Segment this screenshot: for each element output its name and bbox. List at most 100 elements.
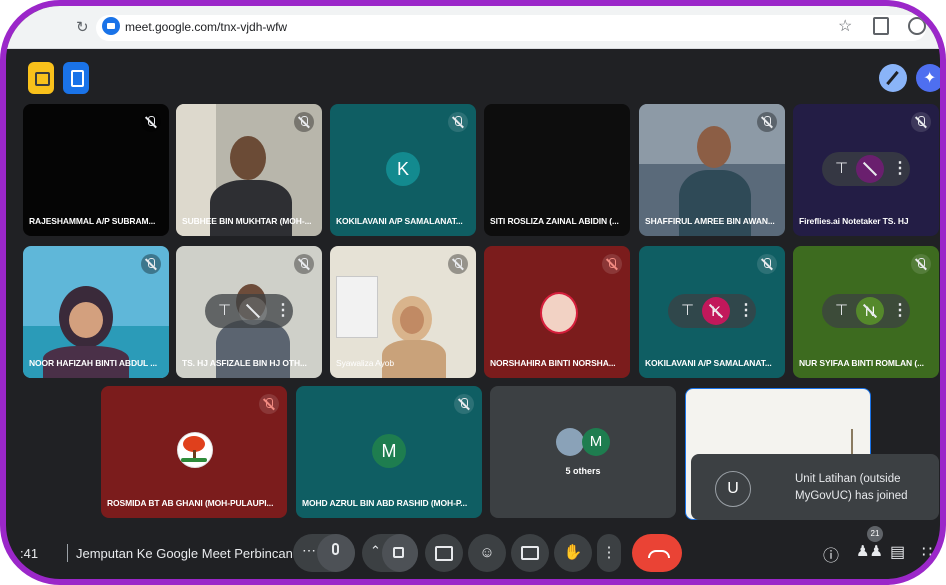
more-audio-options-icon[interactable]: ⋯ <box>302 542 316 559</box>
gemini-icon[interactable] <box>916 64 940 92</box>
muted-mic-icon <box>448 254 468 274</box>
pin-icon[interactable]: ⊤ <box>681 301 694 319</box>
participant-name: RAJESHAMMAL A/P SUBRAM... <box>29 216 156 226</box>
people-icon[interactable]: ♟♟ <box>856 542 883 560</box>
participant-name: Fireflies.ai Notetaker TS. HJ <box>799 216 909 226</box>
pin-icon[interactable]: ⊤ <box>218 301 231 319</box>
more-options-icon[interactable]: ⋮ <box>892 300 908 320</box>
others-photo-avatar <box>556 428 584 456</box>
muted-mic-icon <box>259 394 279 414</box>
muted-mic-icon <box>294 112 314 132</box>
participant-name: Syawaliza Ayob <box>336 358 394 368</box>
audio-control-pill[interactable]: ⋯ <box>293 534 355 572</box>
meeting-details-icon[interactable]: ⓘ <box>823 542 839 566</box>
participant-tile[interactable]: M MOHD AZRUL BIN ABD RASHID (MOH-P... <box>296 386 482 518</box>
tile-hover-controls[interactable]: ⊤ N ⋮ <box>822 294 910 328</box>
participant-name: TS. HJ ASFIZALE BIN HJ OTH... <box>182 358 307 368</box>
participant-tile[interactable]: SHAFFIRUL AMREE BIN AWAN... <box>639 104 785 236</box>
captions-button[interactable] <box>511 534 549 572</box>
participant-name: NOOR HAFIZAH BINTI ABDUL ... <box>29 358 157 368</box>
emoji-button[interactable]: ☺ <box>468 534 506 572</box>
meeting-title: Jemputan Ke Google Meet Perbincan... <box>76 546 304 561</box>
no-camera-indicator-icon[interactable] <box>28 62 54 94</box>
more-options-icon[interactable]: ⋮ <box>738 300 754 320</box>
others-avatar: M <box>582 428 610 456</box>
logo-grass <box>181 458 207 462</box>
participant-name: SITI ROSLIZA ZAINAL ABIDIN (... <box>490 216 619 226</box>
participant-tile[interactable]: RAJESHAMMAL A/P SUBRAM... <box>23 104 169 236</box>
url-text[interactable]: meet.google.com/tnx-vjdh-wfw <box>125 20 287 34</box>
present-icon <box>435 545 453 561</box>
notes-icon[interactable] <box>63 62 89 94</box>
muted-mic-icon <box>141 254 161 274</box>
participant-name: NORSHAHIRA BINTI NORSHA... <box>490 358 616 368</box>
participant-tile[interactable]: NOOR HAFIZAH BINTI ABDUL ... <box>23 246 169 378</box>
pin-icon[interactable]: ⊤ <box>835 159 848 177</box>
participant-name: SUBHEE BIN MUKHTAR (MOH-... <box>182 216 312 226</box>
meet-site-icon <box>102 17 120 35</box>
join-notification: U Unit Latihan (outside MyGovUC) has joi… <box>691 454 939 520</box>
participant-video-head <box>697 126 731 168</box>
chat-icon[interactable]: ▤ <box>890 542 905 562</box>
participant-name: ROSMIDA BT AB GHANI (MOH-PULAUPI... <box>107 498 274 508</box>
captions-icon <box>521 546 539 561</box>
participant-avatar: K <box>386 152 420 186</box>
pen-icon[interactable] <box>879 64 907 92</box>
participant-video-body <box>216 320 290 378</box>
meeting-clock: :41 <box>20 546 39 561</box>
participant-tile[interactable]: SITI ROSLIZA ZAINAL ABIDIN (... <box>484 104 630 236</box>
leave-call-button[interactable] <box>632 534 682 572</box>
raise-hand-button[interactable]: ✋ <box>554 534 592 572</box>
tile-hover-controls[interactable]: ⊤ ⋮ <box>822 152 910 186</box>
more-options-icon[interactable]: ⋮ <box>275 300 291 320</box>
participant-avatar[interactable]: K <box>702 297 730 325</box>
muted-mic-icon[interactable] <box>239 297 267 325</box>
participant-video-body <box>210 180 292 236</box>
browser-toolbar: ↻ meet.google.com/tnx-vjdh-wfw ☆ <box>6 6 940 49</box>
participant-tile[interactable]: ⊤ K ⋮ KOKILAVANI A/P SAMALANAT... <box>639 246 785 378</box>
muted-mic-icon <box>294 254 314 274</box>
camera-button[interactable] <box>382 534 418 572</box>
reload-icon[interactable]: ↻ <box>76 18 89 36</box>
muted-mic-icon <box>757 254 777 274</box>
tile-hover-controls[interactable]: ⊤ K ⋮ <box>668 294 756 328</box>
participant-tile[interactable]: ⊤ ⋮ Fireflies.ai Notetaker TS. HJ <box>793 104 939 236</box>
profile-icon[interactable] <box>908 17 926 35</box>
participant-tile[interactable]: ⊤ N ⋮ NUR SYIFAA BINTI ROMLAN (... <box>793 246 939 378</box>
pin-icon[interactable]: ⊤ <box>835 301 848 319</box>
participant-tile[interactable]: Syawaliza Ayob <box>330 246 476 378</box>
participant-tile[interactable]: ROSMIDA BT AB GHANI (MOH-PULAUPI... <box>101 386 287 518</box>
whiteboard-background <box>336 276 378 338</box>
participant-avatar: M <box>372 434 406 468</box>
participant-name: NUR SYIFAA BINTI ROMLAN (... <box>799 358 924 368</box>
participant-name: KOKILAVANI A/P SAMALANAT... <box>645 358 772 368</box>
participant-tile[interactable]: NORSHAHIRA BINTI NORSHA... <box>484 246 630 378</box>
muted-mic-icon <box>602 254 622 274</box>
participant-tile[interactable]: SUBHEE BIN MUKHTAR (MOH-... <box>176 104 322 236</box>
participant-video-head <box>230 136 266 180</box>
muted-mic-icon <box>757 112 777 132</box>
more-options-button[interactable]: ⋮ <box>597 534 621 572</box>
others-tile[interactable]: M 5 others <box>490 386 676 518</box>
participants-count-badge: 21 <box>867 526 883 542</box>
participant-name: MOHD AZRUL BIN ABD RASHID (MOH-P... <box>302 498 468 508</box>
join-message: Unit Latihan (outside MyGovUC) has joine… <box>795 473 908 502</box>
joined-user-avatar: U <box>715 471 751 507</box>
tile-hover-controls[interactable]: ⊤ ⋮ <box>205 294 293 328</box>
chevron-up-icon[interactable]: ⌃ <box>370 543 381 559</box>
bookmark-star-icon[interactable]: ☆ <box>838 16 852 36</box>
more-options-icon[interactable]: ⋮ <box>892 158 908 178</box>
activities-icon[interactable]: ∷ <box>922 542 932 562</box>
participant-name: KOKILAVANI A/P SAMALANAT... <box>336 216 463 226</box>
muted-mic-icon[interactable] <box>856 155 884 183</box>
participant-tile[interactable]: ⊤ ⋮ TS. HJ ASFIZALE BIN HJ OTH... <box>176 246 322 378</box>
participant-tile[interactable]: K KOKILAVANI A/P SAMALANAT... <box>330 104 476 236</box>
extensions-icon[interactable] <box>873 17 889 35</box>
screen-frame: ↻ meet.google.com/tnx-vjdh-wfw ☆ RAJESHA… <box>0 0 946 585</box>
video-control-pill[interactable]: ⌃ <box>362 534 418 572</box>
muted-mic-icon <box>448 112 468 132</box>
present-screen-button[interactable] <box>425 534 463 572</box>
muted-mic-icon <box>911 112 931 132</box>
microphone-button[interactable] <box>317 534 355 572</box>
participant-avatar[interactable]: N <box>856 297 884 325</box>
